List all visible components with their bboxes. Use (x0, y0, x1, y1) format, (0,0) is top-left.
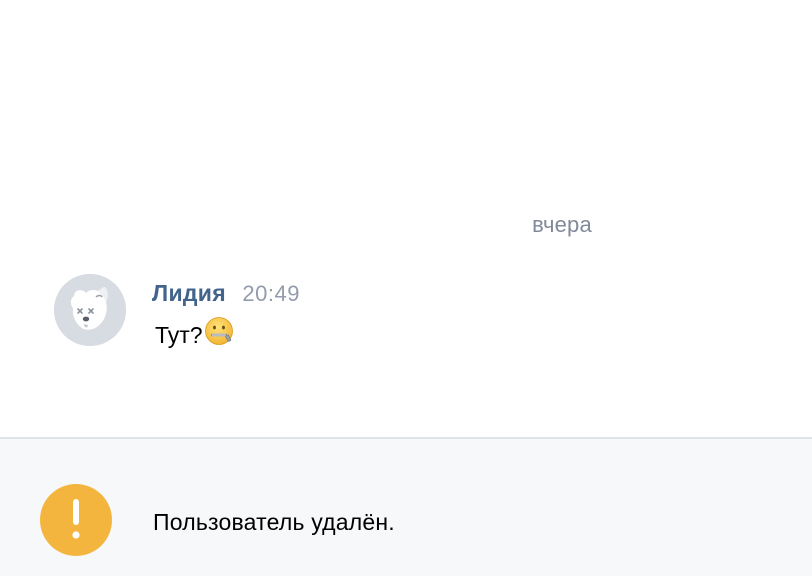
message-text: Тут? (155, 316, 236, 354)
message-history: вчера Лидия 20:49 Тут? (0, 0, 812, 438)
message-body: Тут? (155, 321, 203, 348)
chat-window: вчера Лидия 20:49 Тут? Пользователь удал… (0, 0, 812, 576)
notice-text: Пользователь удалён. (153, 509, 395, 535)
exclamation-icon (40, 484, 112, 556)
deleted-user-notice: Пользователь удалён. (0, 439, 812, 576)
message-header: Лидия 20:49 (152, 280, 300, 307)
message-time[interactable]: 20:49 (242, 281, 300, 306)
zipper-mouth-face-icon (204, 316, 236, 354)
message-item: Лидия 20:49 Тут? (54, 274, 774, 354)
deactivated-dog-avatar[interactable] (54, 274, 126, 346)
date-divider: вчера (532, 212, 592, 237)
author-name[interactable]: Лидия (152, 280, 226, 306)
dog-avatar-icon (54, 274, 126, 346)
